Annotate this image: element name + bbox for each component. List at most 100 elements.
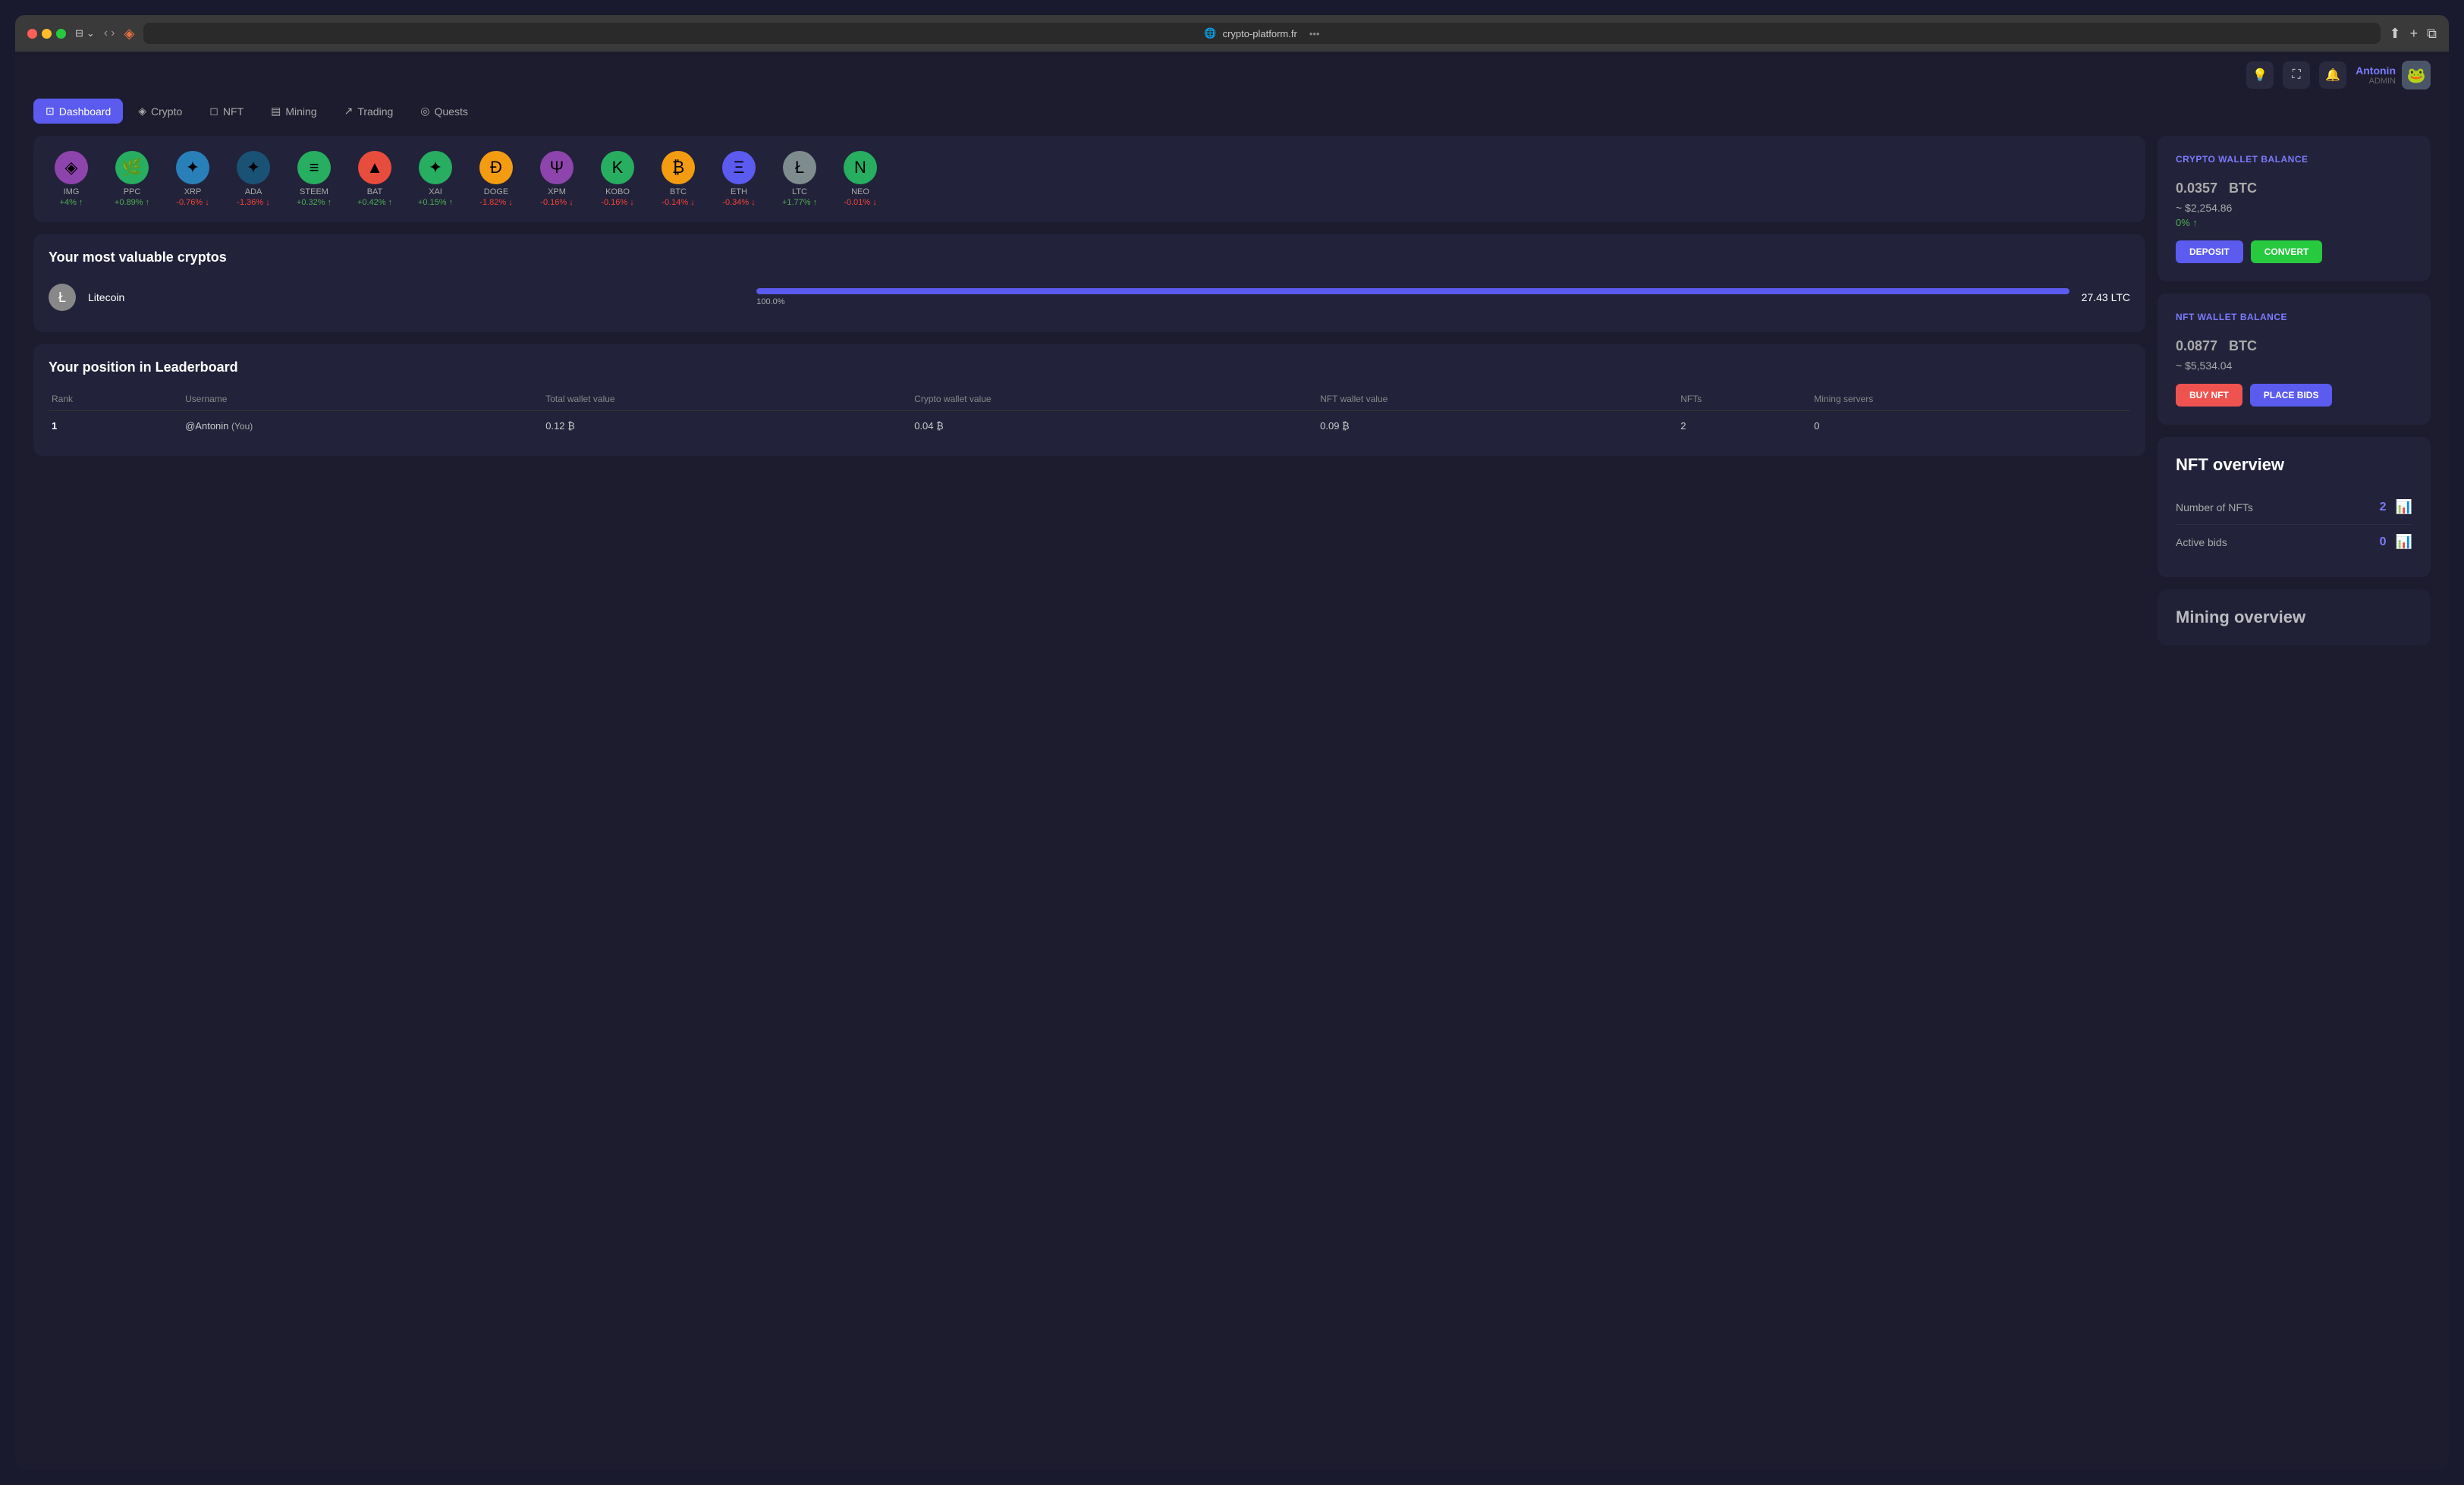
windows-button[interactable]: ⧉ — [2427, 26, 2437, 42]
minimize-button[interactable] — [42, 29, 52, 39]
ticker-item-ada[interactable]: ✦ ADA -1.36% ↓ — [231, 151, 276, 207]
browser-chrome: ⊟⌄ ‹ › ◈ 🌐 crypto-platform.fr ••• ⬆ + ⧉ — [15, 15, 2449, 52]
col-nft-wallet: NFT wallet value — [1317, 388, 1677, 411]
nav-nft[interactable]: ◻ NFT — [197, 99, 256, 124]
nft-icon: ◻ — [209, 105, 218, 118]
nav-quests[interactable]: ◎ Quests — [408, 99, 480, 124]
nft-wallet-balance: 0.0877 BTC — [2176, 328, 2412, 356]
dashboard-icon: ⊡ — [46, 105, 55, 118]
nav-crypto-label: Crypto — [151, 105, 182, 118]
notifications-button[interactable]: 🔔 — [2319, 61, 2346, 89]
active-bids-row: Active bids 0 📊 — [2176, 525, 2412, 559]
rank-cell: 1 — [49, 411, 182, 441]
litecoin-row: Ł Litecoin 100.0% 27.43 LTC — [49, 278, 2130, 317]
ticker-item-neo[interactable]: N NEO -0.01% ↓ — [838, 151, 883, 207]
buy-nft-button[interactable]: BUY NFT — [2176, 384, 2242, 407]
main-content: ◈ IMG +4% ↑ 🌿 PPC +0.89% ↑ ✦ XRP -0.76% … — [15, 136, 2449, 645]
active-bids-value: 0 — [2380, 535, 2387, 549]
nft-count-value: 2 — [2380, 501, 2387, 514]
crypto-wallet-usd: ~ $2,254.86 — [2176, 202, 2412, 214]
nft-count-chart-icon[interactable]: 📊 — [2396, 499, 2412, 515]
username-cell: @Antonin (You) — [182, 411, 542, 441]
ticker-item-xai[interactable]: ✦ XAI +0.15% ↑ — [413, 151, 458, 207]
ticker-item-ltc[interactable]: Ł LTC +1.77% ↑ — [777, 151, 822, 207]
mining-servers-cell: 0 — [1811, 411, 2130, 441]
ltc-value: 27.43 LTC — [2082, 291, 2130, 303]
ticker-item-eth[interactable]: Ξ ETH -0.34% ↓ — [716, 151, 762, 207]
leaderboard-title: Your position in Leaderboard — [49, 359, 2130, 375]
convert-button[interactable]: CONVERT — [2251, 240, 2323, 263]
user-info[interactable]: Antonin ADMIN 🐸 — [2356, 61, 2431, 89]
nft-overview-card: NFT overview Number of NFTs 2 📊 Active b… — [2158, 437, 2431, 577]
crypto-icon: ◈ — [138, 105, 146, 118]
back-button[interactable]: ‹ — [104, 27, 108, 40]
deposit-button[interactable]: DEPOSIT — [2176, 240, 2243, 263]
ticker-item-img[interactable]: ◈ IMG +4% ↑ — [49, 151, 94, 207]
forward-button[interactable]: › — [111, 27, 115, 40]
ticker-item-btc[interactable]: ₿ BTC -0.14% ↓ — [655, 151, 701, 207]
ticker-item-doge[interactable]: Ð DOGE -1.82% ↓ — [473, 151, 519, 207]
mining-overview-title: Mining overview — [2176, 608, 2412, 627]
top-bar: 💡 ⛶ 🔔 Antonin ADMIN 🐸 — [15, 52, 2449, 99]
ticker-item-xpm[interactable]: Ψ XPM -0.16% ↓ — [534, 151, 580, 207]
nft-currency: BTC — [2229, 338, 2257, 353]
avatar: 🐸 — [2402, 61, 2431, 89]
sidebar-toggle[interactable]: ⊟⌄ — [75, 27, 95, 39]
nft-wallet-actions: BUY NFT PLACE BIDS — [2176, 384, 2412, 407]
nfts-cell: 2 — [1677, 411, 1811, 441]
ltc-progress-fill — [756, 288, 2069, 294]
crypto-ticker-card: ◈ IMG +4% ↑ 🌿 PPC +0.89% ↑ ✦ XRP -0.76% … — [33, 136, 2145, 222]
nft-count-row: Number of NFTs 2 📊 — [2176, 490, 2412, 525]
crypto-currency: BTC — [2229, 181, 2257, 196]
nav-dashboard[interactable]: ⊡ Dashboard — [33, 99, 123, 124]
share-button[interactable]: ⬆ — [2390, 26, 2401, 42]
theme-toggle-button[interactable]: 💡 — [2246, 61, 2274, 89]
app-wrapper: 💡 ⛶ 🔔 Antonin ADMIN 🐸 ⊡ Dashboard ◈ Cryp… — [15, 52, 2449, 1470]
ticker-item-steem[interactable]: ≡ STEEM +0.32% ↑ — [291, 151, 337, 207]
col-rank: Rank — [49, 388, 182, 411]
ticker-item-bat[interactable]: ▲ BAT +0.42% ↑ — [352, 151, 398, 207]
crypto-wallet-change: 0% ↑ — [2176, 217, 2412, 228]
nav-nft-label: NFT — [223, 105, 244, 118]
nav-arrows: ‹ › — [104, 27, 115, 40]
col-crypto-wallet: Crypto wallet value — [911, 388, 1317, 411]
close-button[interactable] — [27, 29, 37, 39]
ticker-item-kobo[interactable]: K KOBO -0.16% ↓ — [595, 151, 640, 207]
active-bids-chart-icon[interactable]: 📊 — [2396, 534, 2412, 550]
left-panel: ◈ IMG +4% ↑ 🌿 PPC +0.89% ↑ ✦ XRP -0.76% … — [33, 136, 2145, 645]
valuable-cryptos-title: Your most valuable cryptos — [49, 250, 2130, 265]
leaderboard-card: Your position in Leaderboard Rank Userna… — [33, 344, 2145, 456]
user-role: ADMIN — [2356, 77, 2396, 86]
quests-icon: ◎ — [420, 105, 429, 118]
ticker-item-xrp[interactable]: ✦ XRP -0.76% ↓ — [170, 151, 215, 207]
crypto-wallet-card: CRYPTO WALLET BALANCE 0.0357 BTC ~ $2,25… — [2158, 136, 2431, 281]
col-total-wallet: Total wallet value — [542, 388, 911, 411]
nav-trading[interactable]: ↗ Trading — [332, 99, 406, 124]
nav-quests-label: Quests — [434, 105, 467, 118]
browser-logo-icon: ◈ — [124, 26, 134, 42]
crypto-wallet-cell: 0.04 ₿ — [911, 411, 1317, 441]
nav-crypto[interactable]: ◈ Crypto — [126, 99, 194, 124]
right-panel: CRYPTO WALLET BALANCE 0.0357 BTC ~ $2,25… — [2158, 136, 2431, 645]
up-arrow-icon: ↑ — [2192, 217, 2198, 228]
ltc-progress-bar — [756, 288, 2069, 294]
nft-wallet-cell: 0.09 ₿ — [1317, 411, 1677, 441]
valuable-cryptos-card: Your most valuable cryptos Ł Litecoin 10… — [33, 234, 2145, 332]
place-bids-button[interactable]: PLACE BIDS — [2250, 384, 2333, 407]
nav-mining[interactable]: ▤ Mining — [259, 99, 328, 124]
ltc-progress-label: 100.0% — [756, 297, 2069, 306]
fullscreen-button[interactable]: ⛶ — [2283, 61, 2310, 89]
address-bar[interactable]: 🌐 crypto-platform.fr ••• — [143, 23, 2380, 44]
crypto-ticker: ◈ IMG +4% ↑ 🌿 PPC +0.89% ↑ ✦ XRP -0.76% … — [49, 151, 2130, 207]
nft-overview-title: NFT overview — [2176, 455, 2412, 475]
crypto-wallet-balance: 0.0357 BTC — [2176, 171, 2412, 199]
traffic-lights — [27, 29, 66, 39]
active-bids-label: Active bids — [2176, 536, 2227, 548]
ticker-item-ppc[interactable]: 🌿 PPC +0.89% ↑ — [109, 151, 155, 207]
new-tab-button[interactable]: + — [2410, 26, 2418, 42]
maximize-button[interactable] — [56, 29, 66, 39]
nav-dashboard-label: Dashboard — [59, 105, 112, 118]
globe-icon: 🌐 — [1204, 27, 1216, 39]
col-mining: Mining servers — [1811, 388, 2130, 411]
trading-icon: ↗ — [344, 105, 354, 118]
